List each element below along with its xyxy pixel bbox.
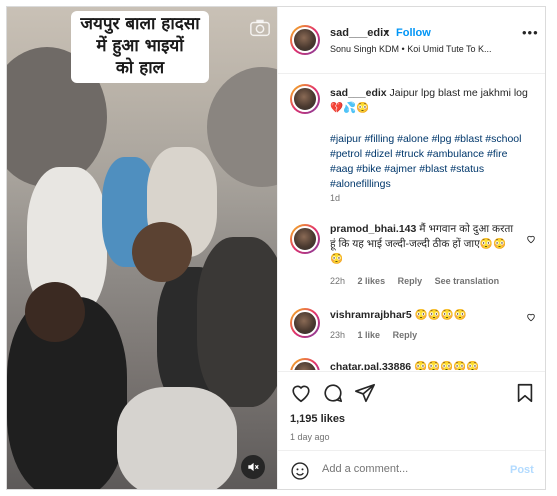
caption-username[interactable]: sad___edix [330,87,387,99]
caption-time: 1d [330,193,341,203]
comment-time: 22h [330,276,346,286]
comment-meta: 22h 2 likes Reply See translation [330,276,499,286]
follow-button[interactable]: Follow [396,27,431,39]
overlay-line: जयपुर बाला हादसा [80,14,200,34]
comment-item: chatar.pal.33886 😳😳😳😳😳 [278,356,545,370]
speaker-muted-icon [248,462,259,472]
add-comment-row: Post [278,450,545,489]
comment-text: vishramrajbhar5 😳😳😳😳 [330,308,516,323]
avatar[interactable] [290,25,320,55]
post-actions: 1,195 likes 1 day ago Post [278,371,545,489]
avatar[interactable] [290,358,320,370]
scene-shape [197,237,277,407]
overlay-line: को हाल [115,58,165,78]
post-comment-button[interactable]: Post [510,464,534,476]
post-age: 1 day ago [290,432,330,442]
comments-section[interactable]: sad___edix Jaipur lpg blast me jakhmi lo… [278,74,545,370]
like-comment-heart-icon[interactable] [526,234,536,244]
emoji-icon[interactable] [290,461,310,481]
scene-shape [132,222,192,282]
more-options-icon[interactable]: ••• [522,25,539,40]
comment-body: 😳😳😳😳😳 [411,361,480,370]
heart-icon[interactable] [290,382,312,404]
comment-reply-button[interactable]: Reply [393,330,418,340]
post-caption: sad___edix Jaipur lpg blast me jakhmi lo… [330,86,530,116]
comment-username[interactable]: chatar.pal.33886 [330,361,411,370]
comment-item: pramod_bhai.143 मैं भगवान को दुआ करता हू… [278,222,545,292]
comment-item: vishramrajbhar5 😳😳😳😳 23h 1 like Reply [278,306,545,356]
comment-username[interactable]: vishramrajbhar5 [330,309,412,321]
comment-icon[interactable] [322,382,344,404]
comment-likes[interactable]: 1 like [358,330,381,340]
scene-shape [117,387,237,489]
overlay-line: में हुआ भाइयों [96,36,184,56]
avatar[interactable] [290,308,320,338]
video-text-overlay: जयपुर बाला हादसा में हुआ भाइयों को हाल [71,11,209,83]
comment-time: 23h [330,330,346,340]
avatar[interactable] [290,224,320,254]
separator-dot: • [385,26,389,38]
comment-likes[interactable]: 2 likes [358,276,386,286]
avatar[interactable] [290,84,320,114]
post-dialog: जयपुर बाला हादसा में हुआ भाइयों को हाल s… [6,6,546,490]
likes-count[interactable]: 1,195 likes [290,413,345,425]
hashtags[interactable]: #jaipur #filling #alone #lpg #blast #sch… [330,132,530,192]
comment-meta: 23h 1 like Reply [330,330,417,340]
camera-icon [250,19,270,37]
comment-username[interactable]: pramod_bhai.143 [330,223,416,235]
bookmark-icon[interactable] [514,382,536,404]
comment-text: chatar.pal.33886 😳😳😳😳😳 [330,360,516,370]
like-comment-heart-icon[interactable] [526,312,536,322]
post-details-panel: sad___edix • Follow Sonu Singh KDM • Koi… [277,7,545,489]
comment-body: 😳😳😳😳 [411,309,467,321]
scene-shape [207,67,277,187]
comment-text: pramod_bhai.143 मैं भगवान को दुआ करता हू… [330,222,516,267]
scene-shape [25,282,85,342]
author-username[interactable]: sad___edix [330,27,389,39]
comment-reply-button[interactable]: Reply [398,276,423,286]
post-video[interactable]: जयपुर बाला हादसा में हुआ भाइयों को हाल [7,7,277,489]
post-header: sad___edix • Follow Sonu Singh KDM • Koi… [278,7,545,74]
mute-button[interactable] [241,455,265,479]
add-comment-input[interactable] [322,463,472,475]
see-translation-button[interactable]: See translation [435,276,500,286]
share-icon[interactable] [354,382,376,404]
audio-track-link[interactable]: Sonu Singh KDM • Koi Umid Tute To K... [330,44,492,54]
